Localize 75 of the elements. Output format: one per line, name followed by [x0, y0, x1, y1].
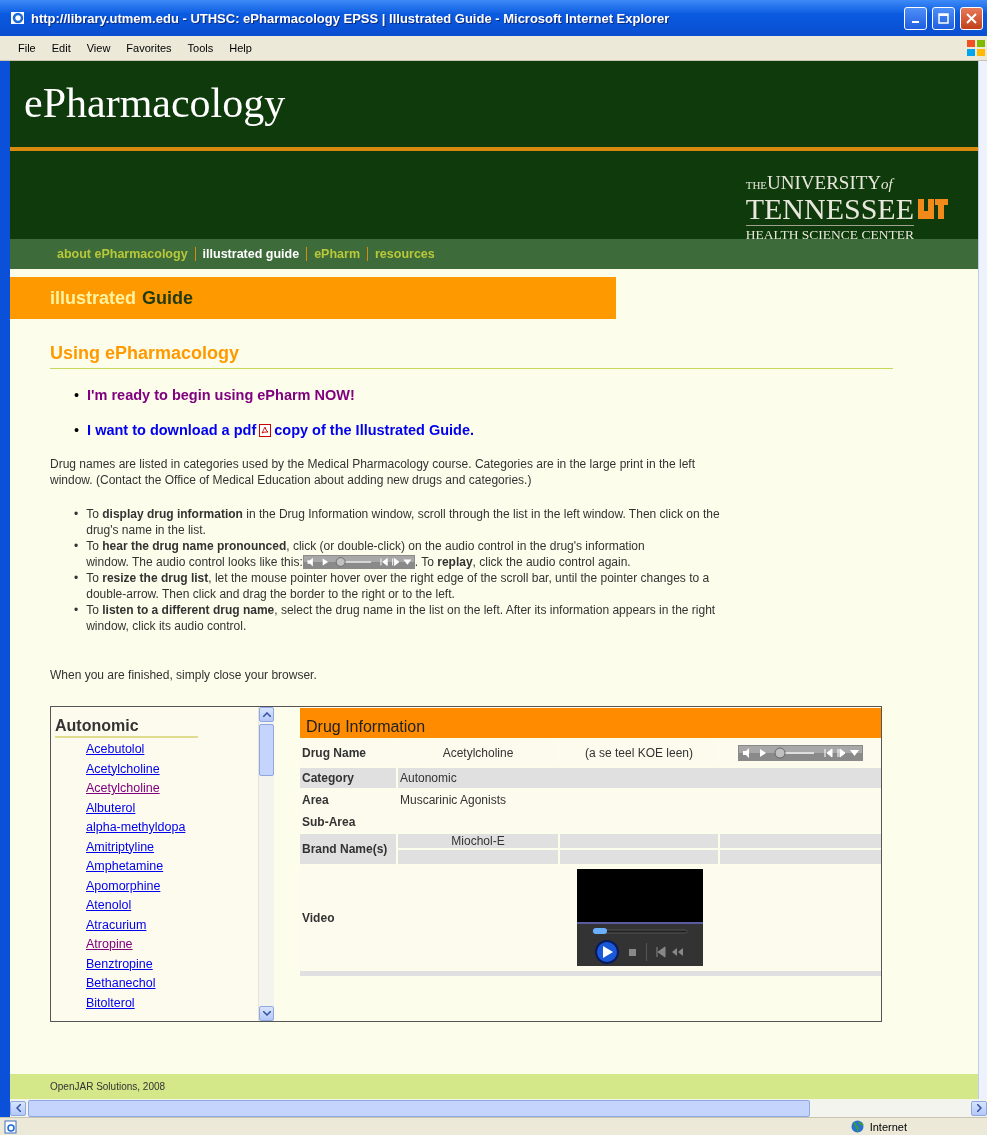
site-title: ePharmacology [23, 79, 287, 127]
drug-link[interactable]: Atropine [86, 935, 133, 955]
window-title: http://library.utmem.edu - UTHSC: ePharmacology EPSS | Illustrated Guide - Microsoft Internet Explorer [31, 10, 671, 26]
windows-logo-icon [965, 38, 987, 58]
instruction-text: To listen to a different drug name, select the drug name in the list on the left. After its information appears in the right window, click its audio control. [86, 602, 717, 634]
closing-text: When you are finished, simply close your browser. [50, 668, 318, 682]
scrollbar-thumb[interactable] [28, 1099, 810, 1117]
menu-item[interactable]: Help [221, 42, 260, 54]
drug-link[interactable]: Atenolol [86, 896, 132, 916]
browser-icon [10, 10, 26, 26]
globe-icon [850, 1120, 864, 1133]
nav-link[interactable]: illustrated guide [194, 247, 307, 261]
video-player[interactable] [576, 869, 703, 966]
row-label: Category [300, 768, 396, 788]
bullet: • [74, 506, 79, 523]
drug-link[interactable]: Amitriptyline [86, 837, 155, 857]
maximize-icon [938, 12, 949, 24]
menu-item[interactable]: File [10, 42, 44, 54]
bullet: • [74, 570, 79, 587]
drug-link[interactable]: alpha-methyldopa [86, 818, 186, 838]
scroll-left-button[interactable] [10, 1100, 26, 1116]
bullet: • [74, 422, 80, 438]
close-icon [966, 12, 977, 24]
section-banner: illustrated Guide [10, 277, 616, 319]
drug-link[interactable]: Atracurium [86, 915, 147, 935]
menu-item[interactable]: View [78, 42, 119, 54]
page-icon [4, 1119, 18, 1134]
category-heading: Autonomic [55, 717, 198, 738]
instruction-text: To display drug information in the Drug Information window, scroll through the list in the left window. Then click on the drug's name in the list. [86, 506, 721, 538]
scrollbar-thumb[interactable] [259, 724, 274, 776]
maximize-button[interactable] [932, 6, 955, 30]
audio-control-icon[interactable] [302, 555, 415, 569]
brand-name: Miochol-E [398, 834, 558, 848]
instruction-text: To resize the drug list, let the mouse pointer hover over the right edge of the scroll bar, until the pointer changes to a double-arrow. Then click and drag the border to the right or to the left. [86, 570, 711, 602]
ut-emblem-icon [918, 199, 948, 219]
drug-link[interactable]: Amphetamine [86, 857, 164, 877]
intro-text: Drug names are listed in categories used by the Medical Pharmacology course. Categories are in the large print in the left window. (Contact the Office of Medical Education about adding new drugs and categories.) [50, 456, 696, 488]
menu-item[interactable]: Edit [43, 42, 79, 54]
footer-text: OpenJAR Solutions, 2008 [10, 1074, 978, 1099]
scroll-up-button[interactable] [259, 707, 274, 722]
close-button[interactable] [960, 6, 983, 30]
minimize-icon [912, 21, 919, 23]
audio-control[interactable] [738, 745, 863, 761]
scroll-down-button[interactable] [259, 1006, 274, 1021]
drug-link[interactable]: Apomorphine [86, 876, 161, 896]
pdf-icon [259, 423, 272, 437]
scroll-right-button[interactable] [971, 1100, 987, 1116]
instruction-text: window. The audio control looks like this: [86, 554, 303, 570]
bullet: • [74, 538, 79, 555]
start-link[interactable]: I'm ready to begin using ePharm NOW! [87, 387, 355, 403]
row-label: Brand Name(s) [300, 834, 396, 864]
row-value: Autonomic [398, 768, 881, 788]
drug-link[interactable]: Benztropine [86, 954, 153, 974]
panel-title: Drug Information [300, 708, 881, 738]
drug-link[interactable]: Albuterol [86, 798, 136, 818]
drug-link[interactable]: Acebutolol [86, 740, 145, 760]
zone-label: Internet [869, 1120, 907, 1133]
instruction-text: . To replay, click the audio control again. [414, 554, 631, 570]
drug-link[interactable]: Bethanechol [86, 974, 156, 994]
drug-link[interactable]: Acetylcholine [86, 759, 160, 779]
bullet: • [74, 387, 80, 403]
caret-right-icon [976, 1104, 982, 1112]
menu-item[interactable]: Tools [179, 42, 222, 54]
bullet: • [74, 602, 79, 619]
caret-up-icon [262, 712, 271, 717]
download-link[interactable]: copy of the Illustrated Guide. [274, 422, 475, 438]
instruction-text: To hear the drug name pronounced, click (or double-click) on the audio control in the drug's information [86, 538, 645, 554]
caret-down-icon [262, 1011, 271, 1016]
caret-left-icon [15, 1104, 21, 1112]
drug-link[interactable]: Acetylcholine [86, 779, 160, 799]
menu-item[interactable]: Favorites [118, 42, 180, 54]
section-heading: Using ePharmacology [50, 343, 893, 369]
minimize-button[interactable] [904, 6, 927, 30]
drug-link[interactable]: Bitolterol [86, 993, 135, 1013]
download-link[interactable]: I want to download a pdf [87, 422, 257, 438]
